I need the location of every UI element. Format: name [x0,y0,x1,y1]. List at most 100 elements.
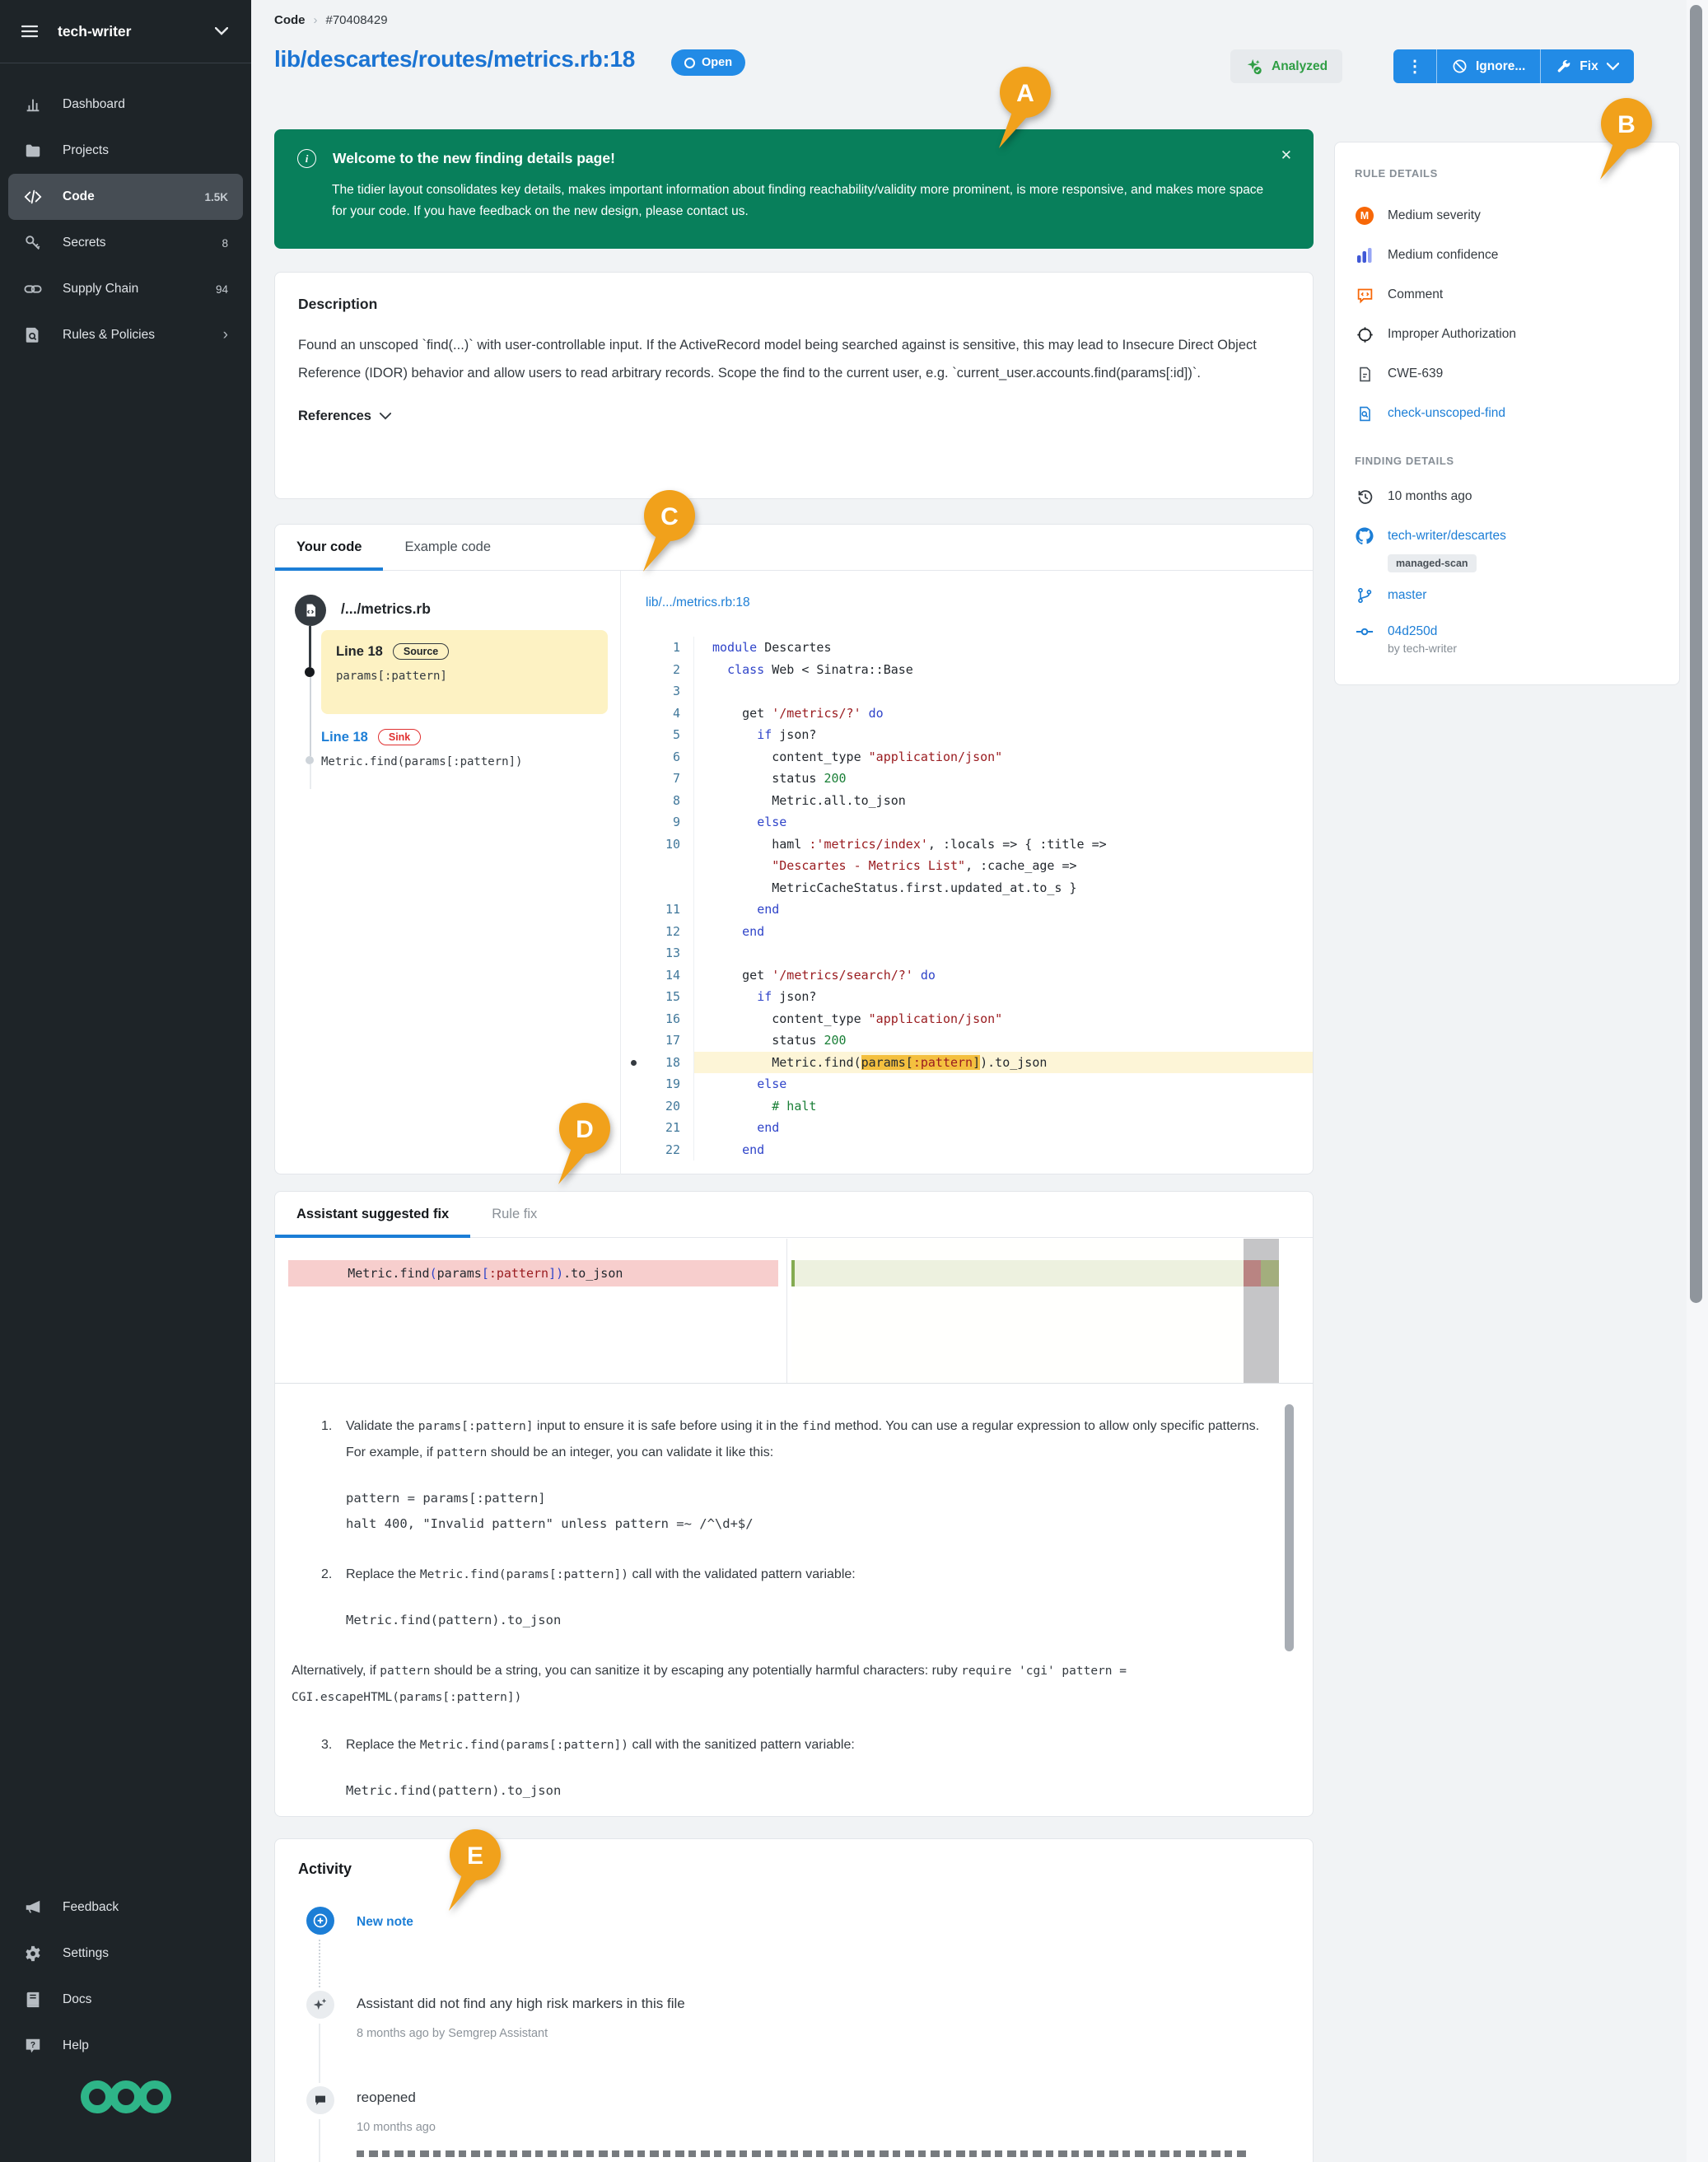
code-token: 200 [824,1033,846,1048]
hamburger-menu-icon[interactable] [20,21,40,41]
trace-step-sink[interactable]: Line 18 Sink Metric.find(params[:pattern… [321,729,522,768]
breadcrumb-separator-icon: › [314,13,318,27]
tab-rule-fix[interactable]: Rule fix [470,1192,558,1237]
analyzed-button[interactable]: Analyzed [1230,49,1342,83]
code-token: params[ [861,1055,913,1070]
severity-label: Medium severity [1388,208,1481,223]
close-icon[interactable]: ✕ [1281,147,1292,164]
sidebar-item-supply-chain[interactable]: Supply Chain 94 [8,266,243,312]
tab-your-code[interactable]: Your code [275,525,383,570]
sidebar-item-badge: 1.5K [204,191,228,203]
line-number: 1 [621,637,693,659]
sidebar-item-feedback[interactable]: Feedback [8,1884,243,1931]
references-toggle[interactable]: References [298,409,1290,424]
code-block-line: Metric.find(pattern).to_json [346,1778,1268,1804]
fix-step-2: 2. Replace the Metric.find(params[:patte… [321,1562,1260,1588]
callout-c: C [633,489,702,578]
line-content: status 200 [693,768,1313,790]
rule-link-label[interactable]: check-unscoped-find [1388,406,1505,421]
inline-code: find [802,1420,831,1433]
more-actions-button[interactable]: ⋮ [1393,49,1436,83]
code-token: json? [772,727,816,742]
commit-author: by tech-writer [1388,642,1659,655]
breadcrumb-code[interactable]: Code [274,13,306,27]
code-token: Metric.find [288,1266,430,1281]
timeline-connector [319,2119,320,2162]
sidebar-item-secrets[interactable]: Secrets 8 [8,220,243,266]
fix-tabs: Assistant suggested fix Rule fix [275,1192,1313,1238]
banner-title: Welcome to the new finding details page! [333,150,615,167]
code-token: .to_json [563,1266,623,1281]
sidebar-item-help[interactable]: ? Help [8,2023,243,2069]
branch-link[interactable]: master [1388,588,1426,603]
activity-event-title: reopened [357,2090,416,2106]
diff-overview-ruler[interactable] [1244,1239,1279,1383]
sidebar-item-projects[interactable]: Projects [8,128,243,174]
sidebar-item-label: Rules & Policies [63,328,203,343]
code-token [913,968,921,983]
branch-row[interactable]: master [1355,577,1659,614]
sidebar-item-rules-policies[interactable]: Rules & Policies › [8,312,243,358]
chevron-down-icon [380,413,391,420]
tab-example-code[interactable]: Example code [383,525,512,570]
trace-file-name: /.../metrics.rb [341,600,431,618]
code-line: 7 status 200 [621,768,1313,790]
git-commit-icon [1355,622,1374,642]
repo-row[interactable]: tech-writer/descartes [1355,516,1659,556]
svg-text:?: ? [30,2041,35,2050]
code-line: 8 Metric.all.to_json [621,790,1313,812]
inline-code: params[:pattern] [418,1420,534,1433]
sidebar-item-label: Dashboard [63,97,208,112]
tab-assistant-fix[interactable]: Assistant suggested fix [275,1192,470,1237]
rule-search-icon [1355,404,1374,423]
source-code: params[:pattern] [336,670,593,683]
open-circle-icon [684,58,695,68]
inline-code: pattern [436,1446,487,1459]
inline-code: Metric.find(params[:pattern]) [420,1568,628,1581]
code-token: ) [556,1266,563,1281]
code-token: :'metrics/index' [809,837,928,852]
status-badge[interactable]: Open [671,49,745,76]
fix-code-block: pattern = params[:pattern]halt 400, "Inv… [346,1486,1268,1537]
code-token: get [712,706,772,721]
code-token: ( [430,1266,437,1281]
code-token: json? [772,989,816,1004]
code-viewer-file-link[interactable]: lib/.../metrics.rb:18 [646,595,750,610]
sidebar-item-settings[interactable]: Settings [8,1931,243,1977]
diff-removed-line: Metric.find(params[:pattern]).to_json [288,1260,778,1286]
finding-age-label: 10 months ago [1388,489,1472,504]
vuln-class-row: Improper Authorization [1355,315,1659,354]
document-icon [1355,364,1374,384]
new-note-icon[interactable] [306,1907,334,1935]
diff-added-pane [791,1239,1279,1383]
callout-e: E [439,1828,508,1917]
sidebar-item-dashboard[interactable]: Dashboard [8,82,243,128]
ignore-label: Ignore... [1476,59,1525,74]
fix-button[interactable]: Fix [1541,49,1633,83]
code-line: 5 if json? [621,724,1313,746]
code-token [712,902,757,917]
code-token: module [712,640,757,655]
org-switcher[interactable]: tech-writer [0,0,251,63]
inline-code: pattern [380,1665,430,1678]
sink-line-label[interactable]: Line 18 [321,730,368,745]
ignore-button[interactable]: Ignore... [1437,49,1540,83]
wrench-icon [1556,58,1571,74]
description-heading: Description [298,296,1290,313]
sidebar-item-code[interactable]: Code 1.5K [8,174,243,220]
line-content: get '/metrics/search/?' do [693,964,1313,987]
page-scrollbar-thumb[interactable] [1690,5,1702,1303]
fix-panel-scrollbar[interactable] [1285,1404,1294,1651]
chevron-down-icon[interactable] [212,21,231,41]
rule-link-row[interactable]: check-unscoped-find [1355,394,1659,433]
repo-link[interactable]: tech-writer/descartes [1388,529,1506,544]
page-title[interactable]: lib/descartes/routes/metrics.rb:18 [274,46,635,72]
comment-bubble-icon [306,2086,334,2114]
sidebar-item-docs[interactable]: Docs [8,1977,243,2023]
line-content: end [693,1117,1313,1139]
text-segment: should be a string, you can sanitize it … [430,1664,961,1678]
new-note-button[interactable]: New note [357,1915,413,1930]
commit-link[interactable]: 04d250d [1388,624,1437,639]
trace-step-source[interactable]: Line 18 Source params[:pattern] [321,630,608,714]
code-line: 3 [621,680,1313,703]
